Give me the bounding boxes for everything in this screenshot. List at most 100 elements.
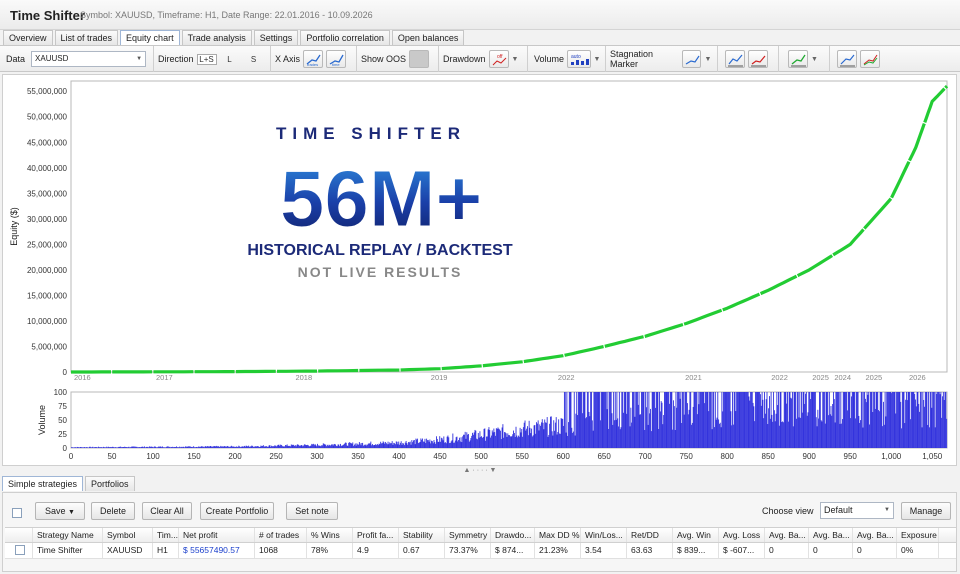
- volume-bar: [688, 409, 690, 448]
- tab-open-balances[interactable]: Open balances: [391, 30, 465, 45]
- volume-dropdown-icon[interactable]: ▼: [594, 56, 601, 63]
- volume-bar: [611, 413, 613, 448]
- volume-bar: [171, 447, 172, 448]
- create-portfolio-button[interactable]: Create Portfolio: [200, 502, 274, 520]
- save-button[interactable]: Save ▼: [35, 502, 85, 520]
- xaxis-time-button[interactable]: time: [326, 50, 347, 68]
- volume-bar: [809, 392, 811, 448]
- volume-bar: [600, 392, 602, 448]
- area-chart-icon[interactable]: [748, 50, 768, 68]
- volume-bar: [417, 438, 419, 448]
- volume-bar: [394, 444, 396, 448]
- volume-bar: [509, 436, 511, 448]
- volume-bar: [612, 424, 614, 448]
- tab-portfolio-correlation[interactable]: Portfolio correlation: [300, 30, 390, 45]
- row-checkbox[interactable]: [15, 545, 25, 555]
- volume-bar: [703, 392, 705, 448]
- tab-equity-chart[interactable]: Equity chart: [120, 30, 180, 45]
- compare-chart-icon[interactable]: [837, 50, 857, 68]
- volume-bar: [360, 445, 362, 448]
- splitter-handle[interactable]: ▲ · · · · ▼: [0, 466, 960, 476]
- equity-line-icon[interactable]: [788, 50, 808, 68]
- volume-bar: [126, 447, 128, 448]
- volume-bar: [477, 439, 478, 448]
- clear-all-button[interactable]: Clear All: [142, 502, 192, 520]
- table-row[interactable]: Time Shifter XAUUSD H1 $ 55657490.57 1068 78%…: [5, 543, 956, 559]
- direction-short-toggle[interactable]: S: [247, 55, 261, 64]
- volume-bar: [901, 392, 903, 448]
- volume-bar: [483, 428, 485, 448]
- tab-trade-analysis[interactable]: Trade analysis: [181, 30, 252, 45]
- volume-bar: [813, 392, 815, 448]
- volume-bar: [921, 427, 923, 448]
- volume-bar: [883, 424, 885, 448]
- volume-bar: [508, 435, 510, 448]
- volume-bar: [426, 438, 428, 448]
- volume-bar: [389, 442, 391, 448]
- volume-bar: [203, 446, 204, 448]
- volume-bar: [675, 392, 677, 448]
- volume-bar: [580, 392, 582, 448]
- volume-bar: [616, 392, 618, 448]
- volume-bar: [870, 392, 872, 448]
- volume-bar: [858, 415, 860, 448]
- multi-chart-icon[interactable]: [860, 50, 880, 68]
- volume-bar: [459, 441, 461, 448]
- volume-bar: [80, 446, 81, 448]
- volume-bar: [458, 440, 460, 448]
- table-header-select: [5, 528, 33, 542]
- volume-bar: [522, 436, 524, 448]
- select-all-checkbox[interactable]: [12, 508, 22, 518]
- volume-bar: [422, 441, 424, 448]
- tab-simple-strategies[interactable]: Simple strategies: [2, 476, 84, 491]
- view-select[interactable]: Default ▼: [820, 502, 894, 519]
- show-oos-toggle[interactable]: [409, 50, 430, 68]
- tab-overview[interactable]: Overview: [3, 30, 53, 45]
- volume-toggle[interactable]: auto: [567, 50, 591, 68]
- volume-bar: [94, 447, 96, 448]
- volume-bar: [309, 446, 311, 448]
- volume-bar: [209, 445, 211, 448]
- manage-button[interactable]: Manage: [901, 502, 951, 520]
- volume-bar: [305, 445, 307, 448]
- tab-settings[interactable]: Settings: [253, 30, 299, 45]
- volume-bar: [568, 392, 570, 448]
- volume-bar: [537, 420, 539, 448]
- volume-bar: [773, 410, 775, 448]
- volume-bar: [709, 392, 711, 448]
- volume-bar: [451, 440, 453, 448]
- volume-bar: [445, 443, 447, 448]
- volume-bar: [627, 392, 629, 448]
- table-header-cell: Symmetry: [445, 528, 491, 542]
- volume-bar: [365, 444, 367, 448]
- direction-ls-toggle[interactable]: L+S: [196, 53, 217, 65]
- volume-bar: [635, 392, 637, 448]
- year-label: 2025: [866, 373, 883, 382]
- stagnation-dropdown-icon[interactable]: ▼: [704, 56, 713, 63]
- volume-bar: [520, 432, 522, 448]
- volume-bar: [832, 392, 834, 448]
- line-chart-icon[interactable]: [725, 50, 745, 68]
- set-note-button[interactable]: Set note: [286, 502, 338, 520]
- volume-bar: [404, 445, 405, 448]
- volume-bar: [798, 417, 800, 448]
- view-dropdown-icon: ▼: [884, 507, 890, 513]
- equity-volume-chart[interactable]: 0 5,000,000 10,000,000 15,000,000 20,000,000…: [3, 75, 958, 467]
- data-select[interactable]: XAUUSD: [31, 51, 147, 67]
- volume-bar: [591, 392, 592, 448]
- stagnation-toggle[interactable]: [682, 50, 702, 68]
- xaxis-trades-button[interactable]: trades: [303, 50, 324, 68]
- tab-portfolios[interactable]: Portfolios: [85, 476, 135, 491]
- drawdown-dropdown-icon[interactable]: ▼: [512, 56, 521, 63]
- drawdown-toggle[interactable]: off: [488, 50, 509, 68]
- volume-bar: [202, 446, 204, 448]
- volume-bar: [824, 423, 826, 448]
- equity-style-dropdown-icon[interactable]: ▼: [811, 56, 820, 63]
- volume-bar: [208, 446, 210, 448]
- volume-bar: [235, 446, 236, 448]
- year-label: 2022: [771, 373, 788, 382]
- tab-list-of-trades[interactable]: List of trades: [54, 30, 119, 45]
- delete-button[interactable]: Delete: [91, 502, 135, 520]
- direction-long-toggle[interactable]: L: [223, 55, 237, 64]
- volume-bar: [486, 436, 487, 448]
